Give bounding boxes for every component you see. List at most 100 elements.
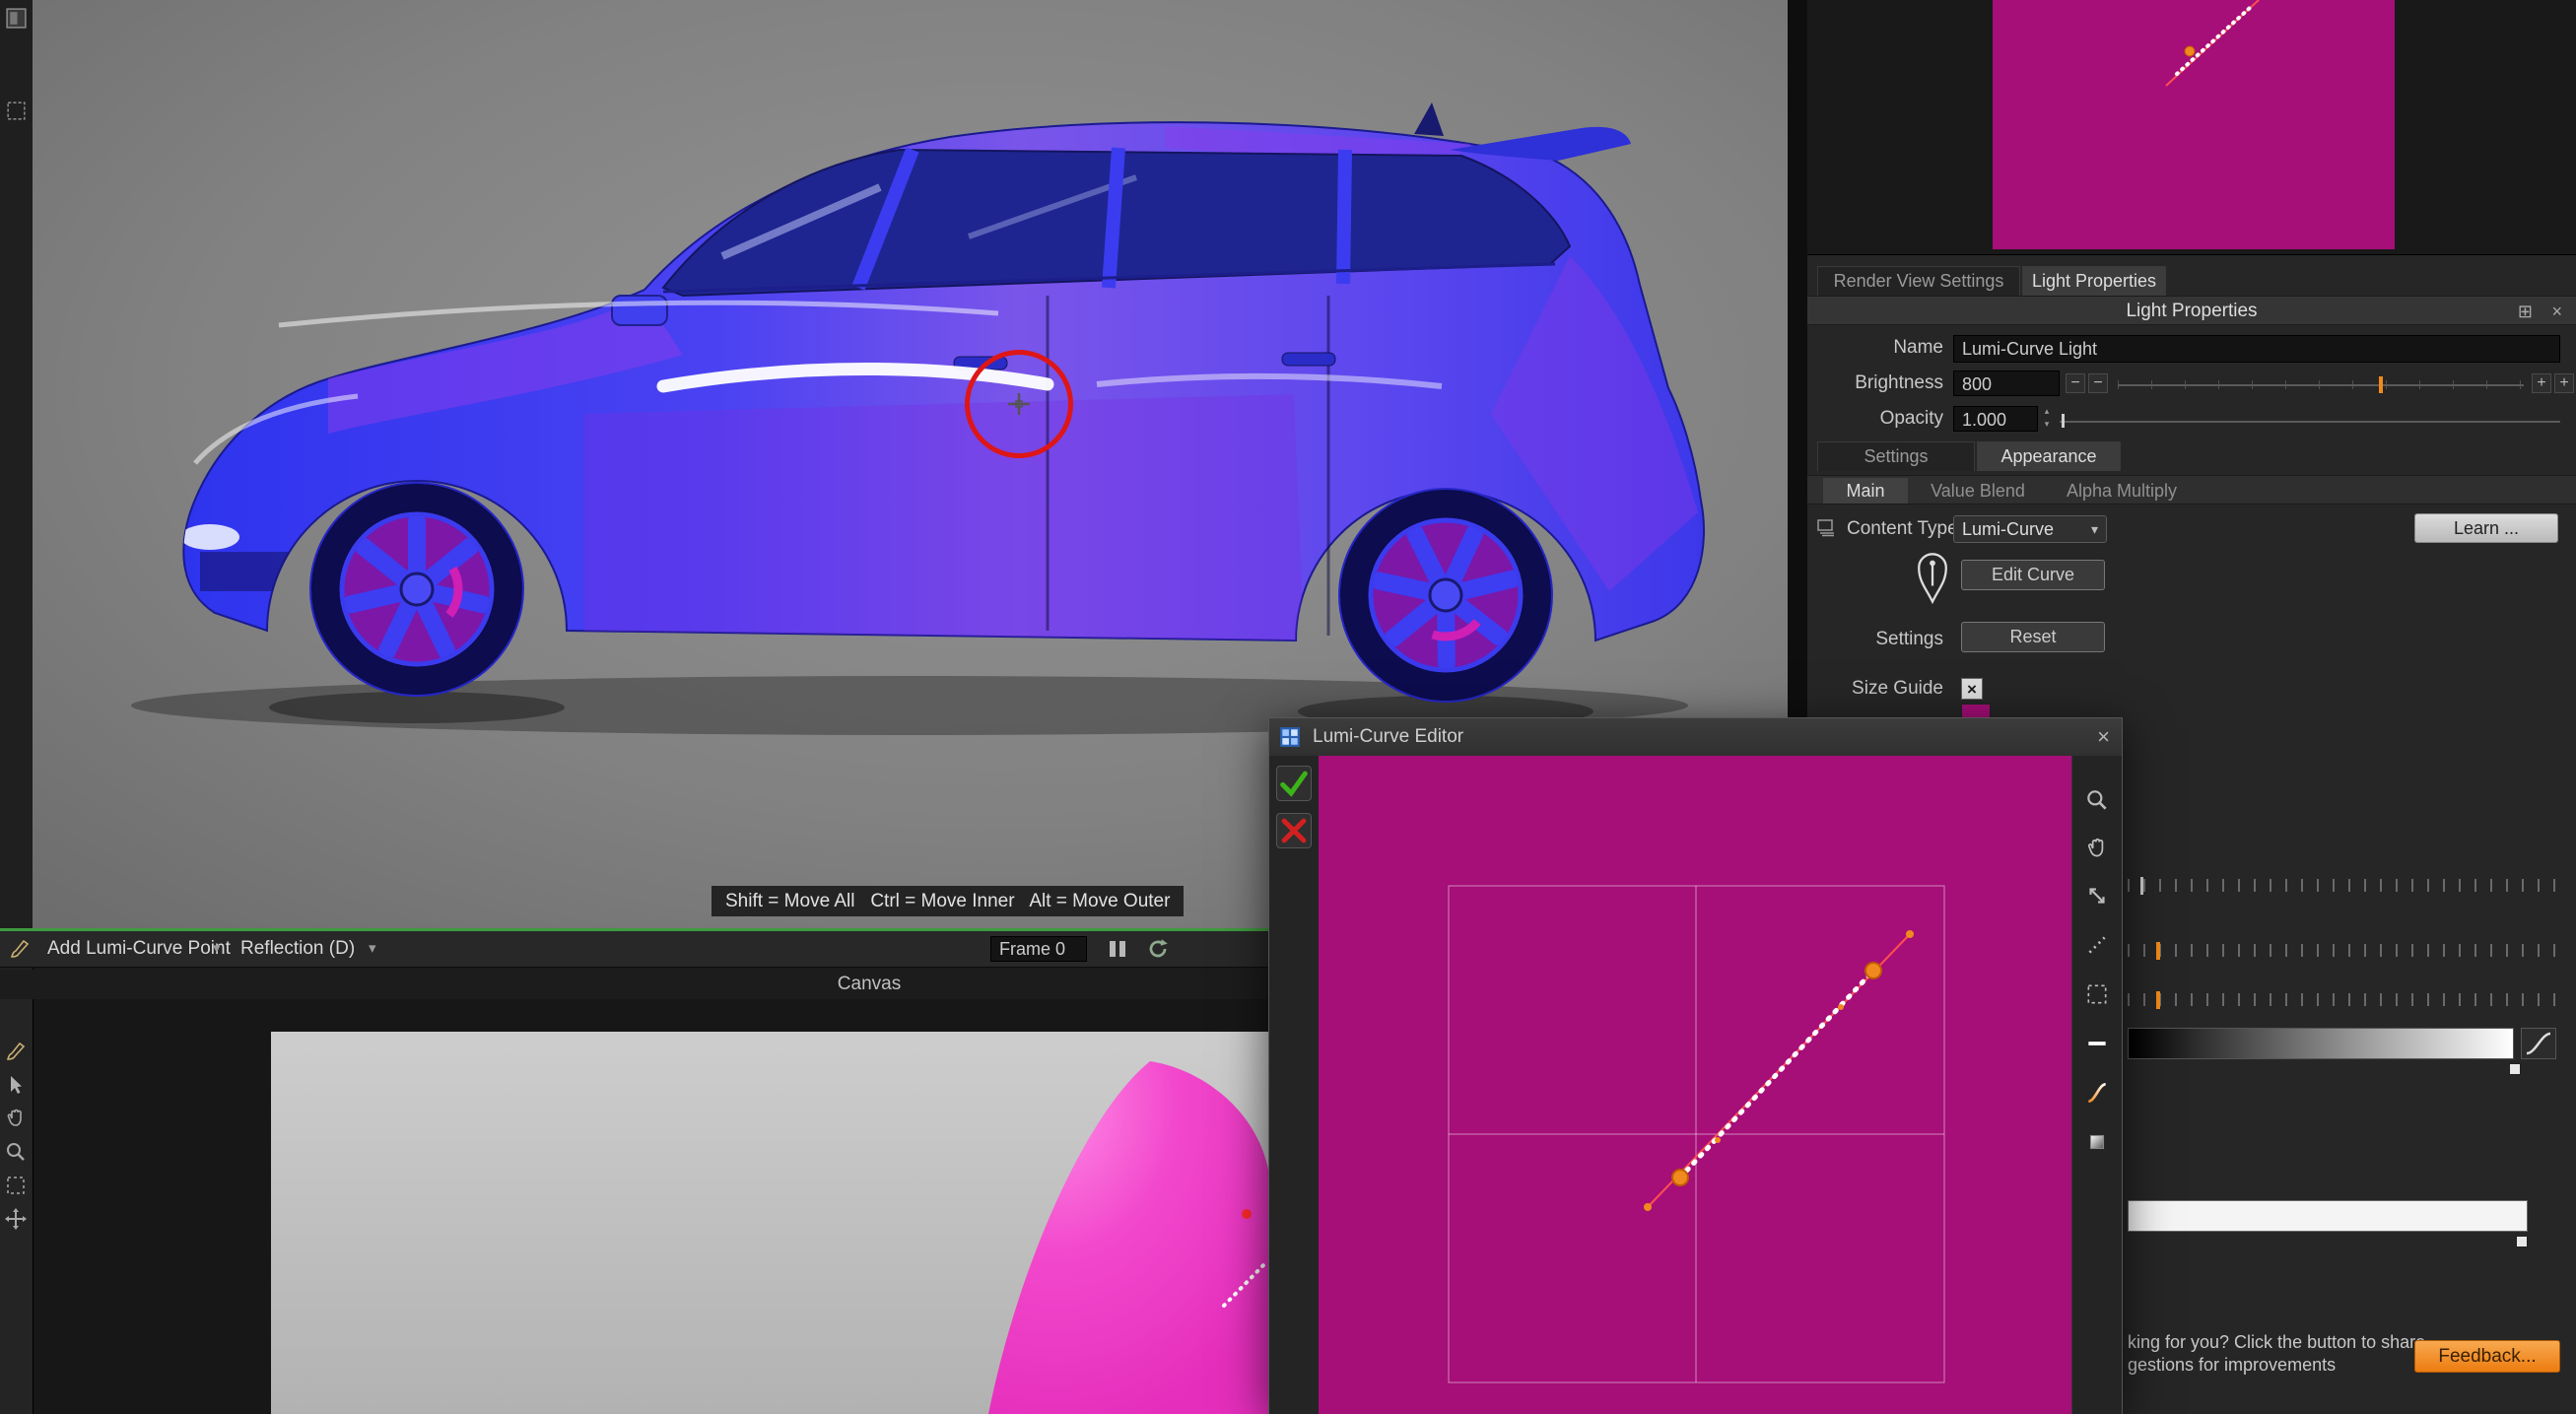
move-cursor-icon	[1006, 391, 1032, 417]
panel-header: Light Properties ⊞ ×	[1807, 296, 2576, 325]
softness-ruler[interactable]	[2128, 993, 2561, 1006]
editor-close-icon[interactable]: ×	[2097, 718, 2110, 756]
application-window: Shift = Move All Ctrl = Move Inner Alt =…	[0, 0, 2576, 1414]
curve-point-inner[interactable]	[1671, 1169, 1689, 1186]
opacity-slider[interactable]	[2060, 421, 2560, 423]
pen-tool-icon[interactable]	[8, 937, 32, 961]
brightness-increment-button[interactable]: +	[2532, 373, 2551, 393]
marquee-tool-icon[interactable]	[4, 1174, 28, 1197]
selection-circle-annotation	[965, 350, 1073, 458]
panel-title: Light Properties	[2126, 301, 2258, 321]
tab-render-view-settings[interactable]: Render View Settings	[1817, 266, 2020, 296]
select-cursor-icon[interactable]	[4, 1073, 28, 1097]
opacity-spin-down-icon[interactable]: ▾	[2040, 418, 2054, 431]
subtab-main[interactable]: Main	[1823, 478, 1908, 504]
tool-icon[interactable]	[4, 99, 29, 123]
settings-label: Settings	[1875, 629, 1943, 649]
cancel-button[interactable]	[1276, 813, 1312, 848]
transform-tool-icon[interactable]	[4, 1207, 28, 1231]
brightness-slider-handle[interactable]	[2379, 376, 2383, 393]
content-layers-icon	[1815, 516, 1837, 538]
opacity-slider-handle[interactable]	[2062, 414, 2065, 428]
pause-button[interactable]	[1106, 937, 1131, 961]
value-gradient-bar[interactable]	[2128, 1028, 2514, 1059]
refresh-button[interactable]	[1145, 936, 1171, 962]
name-field[interactable]: Lumi-Curve Light	[1953, 335, 2560, 363]
pause-bar-icon	[1119, 941, 1125, 957]
content-type-label: Content Type	[1847, 518, 1958, 539]
alpha-white-bar[interactable]	[2128, 1200, 2528, 1232]
ramp-handle[interactable]	[2140, 877, 2143, 895]
confirm-button[interactable]	[1276, 766, 1312, 801]
content-type-value: Lumi-Curve	[1962, 519, 2055, 539]
light-preview-thumbnail[interactable]	[1993, 0, 2395, 249]
pan-hand-icon[interactable]	[4, 1107, 28, 1130]
render-preview-strip	[1807, 0, 2576, 255]
tool-dropdown-arrow-icon[interactable]: ▾	[213, 931, 221, 967]
name-label: Name	[1893, 337, 1943, 358]
dock-panel-icon[interactable]: ⊞	[2518, 297, 2533, 326]
tab-appearance[interactable]: Appearance	[1977, 441, 2121, 471]
opacity-spin-up-icon[interactable]: ▴	[2040, 405, 2054, 418]
brush-tool-icon[interactable]	[4, 1040, 28, 1063]
brightness-slider[interactable]	[2118, 384, 2524, 386]
size-guide-label: Size Guide	[1852, 678, 1943, 699]
content-type-arrow-icon: ▾	[2090, 521, 2098, 537]
edit-curve-button[interactable]: Edit Curve	[1961, 560, 2105, 590]
curve-edit-canvas[interactable]	[1319, 756, 2074, 1414]
falloff-ruler[interactable]	[2128, 944, 2561, 957]
editor-title: Lumi-Curve Editor	[1313, 726, 1464, 747]
editor-frame-select-icon[interactable]	[2084, 981, 2110, 1007]
falloff-handle[interactable]	[2156, 942, 2160, 960]
pen-nib-icon	[1910, 544, 1955, 605]
subtab-value-blend[interactable]: Value Blend	[1914, 478, 2042, 504]
brightness-decrement-button[interactable]: −	[2088, 373, 2108, 393]
size-guide-checkbox[interactable]: ×	[1961, 678, 1983, 700]
tool-dropdown[interactable]: Add Lumi-Curve Point	[47, 931, 231, 967]
frame-field[interactable]: Frame 0	[990, 936, 1087, 962]
editor-swatch-icon[interactable]	[2084, 1129, 2110, 1155]
editor-tool-column	[2071, 756, 2122, 1414]
alpha-right-handle[interactable]	[2516, 1236, 2528, 1247]
gradient-right-handle[interactable]	[2509, 1063, 2521, 1075]
editor-zoom-icon[interactable]	[2084, 787, 2110, 813]
editor-gradient-curve-icon[interactable]	[2084, 1080, 2110, 1106]
editor-titlebar[interactable]: Lumi-Curve Editor ×	[1269, 718, 2122, 757]
panel-icon[interactable]	[4, 6, 29, 31]
brightness-field[interactable]: 800	[1953, 370, 2060, 396]
subtab-alpha-multiply[interactable]: Alpha Multiply	[2048, 478, 2196, 504]
editor-confirm-column	[1269, 756, 1320, 1414]
content-type-dropdown[interactable]: Lumi-Curve ▾	[1953, 515, 2107, 543]
tab-settings[interactable]: Settings	[1817, 441, 1975, 471]
softness-handle[interactable]	[2156, 991, 2160, 1009]
feedback-button[interactable]: Feedback...	[2414, 1340, 2560, 1373]
appearance-subtabs: Main Value Blend Alpha Multiply	[1807, 475, 2576, 505]
alpha-ramp-ruler[interactable]	[2128, 879, 2561, 892]
tab-canvas[interactable]: Canvas	[810, 970, 928, 999]
learn-button[interactable]: Learn ...	[2414, 513, 2558, 543]
editor-pan-hand-icon[interactable]	[2084, 836, 2110, 861]
editor-line-mode-icon[interactable]	[2084, 1031, 2110, 1056]
editor-app-icon	[1279, 726, 1301, 748]
close-panel-icon[interactable]: ×	[2551, 297, 2562, 326]
feedback-text-line2: gestions for improvements	[2128, 1355, 2337, 1375]
curve-point-outer[interactable]	[1864, 962, 1882, 979]
opacity-label: Opacity	[1879, 408, 1943, 429]
feedback-text-line1: king for you? Click the button to share	[2128, 1332, 2426, 1352]
opacity-field[interactable]: 1.000	[1953, 406, 2038, 432]
gradient-curve-button[interactable]	[2521, 1028, 2556, 1059]
tab-light-properties[interactable]: Light Properties	[2022, 266, 2166, 296]
modifier-hint-overlay: Shift = Move All Ctrl = Move Inner Alt =…	[712, 886, 1185, 916]
reset-button[interactable]: Reset	[1961, 622, 2105, 652]
mode-dropdown[interactable]: Reflection (D)	[240, 931, 355, 967]
editor-fit-view-icon[interactable]	[2084, 883, 2110, 909]
canvas-tool-strip	[0, 999, 34, 1414]
brightness-decrement-large-button[interactable]: −	[2066, 373, 2085, 393]
brightness-label: Brightness	[1855, 372, 1943, 393]
pause-bar-icon	[1110, 941, 1116, 957]
lumi-curve-editor-window[interactable]: Lumi-Curve Editor ×	[1268, 717, 2123, 1414]
brightness-increment-large-button[interactable]: +	[2554, 373, 2574, 393]
zoom-tool-icon[interactable]	[4, 1140, 28, 1164]
editor-dotted-line-icon[interactable]	[2084, 932, 2110, 958]
mode-dropdown-arrow-icon[interactable]: ▾	[369, 931, 376, 967]
